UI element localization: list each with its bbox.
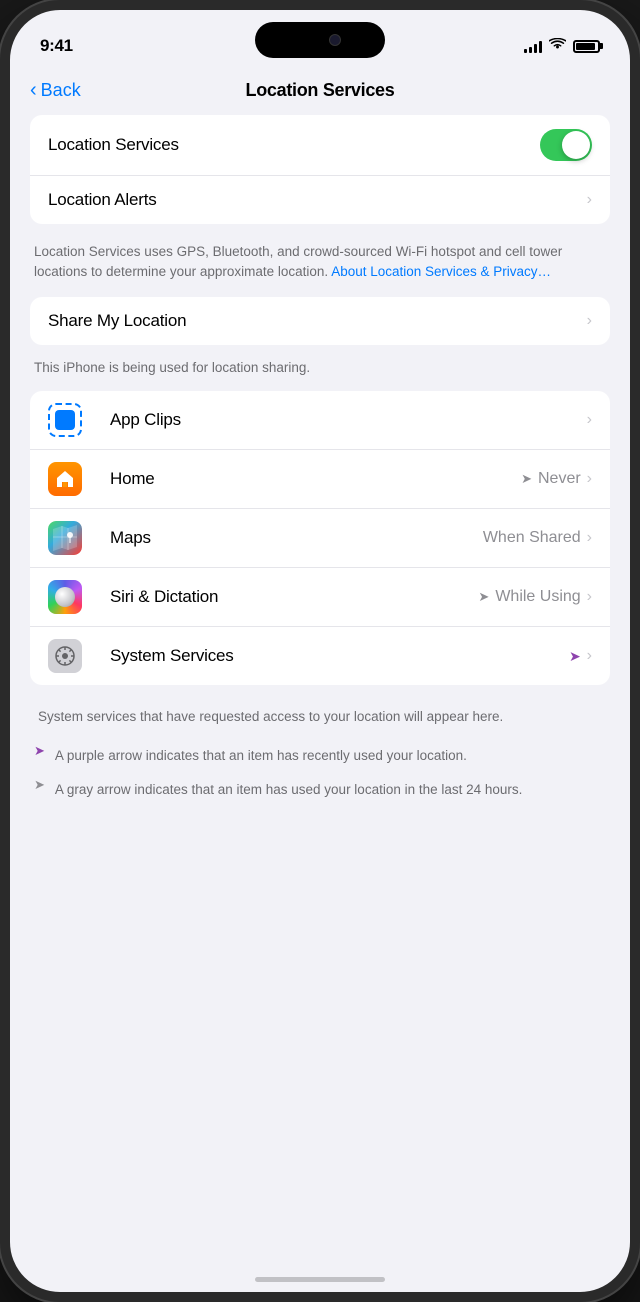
- purple-arrow-note: ➤ A purple arrow indicates that an item …: [34, 742, 606, 776]
- phone-frame: 9:41: [0, 0, 640, 1302]
- location-services-card: Location Services Location Alerts ›: [30, 115, 610, 224]
- maps-app-row[interactable]: Maps When Shared ›: [30, 509, 610, 568]
- siri-right: ➤ While Using ›: [478, 588, 592, 606]
- back-button[interactable]: ‹ Back: [30, 80, 81, 101]
- system-services-row[interactable]: System Services ➤ ›: [30, 627, 610, 685]
- dynamic-island: [255, 22, 385, 58]
- battery-fill: [576, 43, 595, 50]
- status-time: 9:41: [40, 36, 73, 56]
- system-services-note: System services that have requested acce…: [34, 697, 606, 741]
- chevron-icon: ›: [587, 588, 592, 606]
- system-location-arrow-icon: ➤: [569, 648, 581, 665]
- share-description: This iPhone is being used for location s…: [30, 353, 610, 392]
- main-content: Location Services Location Alerts › Loca…: [10, 115, 630, 822]
- system-services-left: System Services: [48, 639, 234, 673]
- purple-arrow-icon: ➤: [34, 743, 45, 759]
- privacy-link[interactable]: About Location Services & Privacy…: [331, 264, 551, 279]
- gray-arrow-icon: ➤: [34, 777, 45, 793]
- siri-status: While Using: [495, 588, 580, 606]
- location-alerts-row[interactable]: Location Alerts ›: [30, 176, 610, 224]
- location-arrow-icon: ➤: [478, 589, 489, 605]
- nav-bar: ‹ Back Location Services: [10, 70, 630, 111]
- location-alerts-right: ›: [587, 191, 592, 209]
- siri-row[interactable]: Siri & Dictation ➤ While Using ›: [30, 568, 610, 627]
- home-indicator: [255, 1277, 385, 1282]
- battery-icon: [573, 40, 600, 53]
- siri-left: Siri & Dictation: [48, 580, 218, 614]
- chevron-icon: ›: [587, 411, 592, 429]
- maps-app-icon: [48, 521, 82, 555]
- chevron-icon: ›: [587, 647, 592, 665]
- share-location-card: Share My Location ›: [30, 297, 610, 345]
- back-label[interactable]: Back: [41, 80, 81, 101]
- home-app-icon: [48, 462, 82, 496]
- system-services-right: ➤ ›: [569, 647, 592, 665]
- share-location-row[interactable]: Share My Location ›: [30, 297, 610, 345]
- page-title: Location Services: [246, 80, 395, 101]
- location-services-label: Location Services: [48, 135, 179, 155]
- app-clips-icon: [48, 403, 82, 437]
- gray-note-text: A gray arrow indicates that an item has …: [55, 776, 523, 804]
- system-services-icon: [48, 639, 82, 673]
- location-alerts-label: Location Alerts: [48, 190, 157, 210]
- chevron-icon: ›: [587, 312, 592, 330]
- status-bar: 9:41: [10, 10, 630, 70]
- siri-icon: [48, 580, 82, 614]
- share-location-right: ›: [587, 312, 592, 330]
- home-app-label: Home: [110, 469, 155, 489]
- app-list: App Clips › Home: [30, 391, 610, 685]
- maps-status: When Shared: [483, 529, 581, 547]
- location-services-toggle[interactable]: [540, 129, 592, 161]
- location-arrow-icon: ➤: [521, 471, 532, 487]
- chevron-icon: ›: [587, 470, 592, 488]
- app-clips-right: ›: [587, 411, 592, 429]
- system-services-label: System Services: [110, 646, 234, 666]
- purple-note-text: A purple arrow indicates that an item ha…: [55, 742, 467, 770]
- app-clips-left: App Clips: [48, 403, 181, 437]
- share-location-label: Share My Location: [48, 311, 186, 331]
- location-services-row: Location Services: [30, 115, 610, 176]
- dynamic-island-dot: [330, 35, 340, 45]
- app-clips-label: App Clips: [110, 410, 181, 430]
- home-status: Never: [538, 470, 581, 488]
- app-clips-row[interactable]: App Clips ›: [30, 391, 610, 450]
- signal-icon: [524, 39, 542, 53]
- toggle-knob: [562, 131, 590, 159]
- siri-label: Siri & Dictation: [110, 587, 218, 607]
- home-app-row[interactable]: Home ➤ Never ›: [30, 450, 610, 509]
- maps-app-right: When Shared ›: [483, 529, 592, 547]
- status-icons: [524, 38, 600, 54]
- wifi-icon: [549, 38, 566, 54]
- home-app-left: Home: [48, 462, 155, 496]
- maps-app-label: Maps: [110, 528, 151, 548]
- footer-notes: System services that have requested acce…: [30, 693, 610, 814]
- chevron-icon: ›: [587, 191, 592, 209]
- gray-arrow-note: ➤ A gray arrow indicates that an item ha…: [34, 776, 606, 810]
- home-app-right: ➤ Never ›: [521, 470, 592, 488]
- back-chevron-icon: ‹: [30, 80, 37, 100]
- location-description: Location Services uses GPS, Bluetooth, a…: [30, 232, 610, 297]
- chevron-icon: ›: [587, 529, 592, 547]
- maps-app-left: Maps: [48, 521, 151, 555]
